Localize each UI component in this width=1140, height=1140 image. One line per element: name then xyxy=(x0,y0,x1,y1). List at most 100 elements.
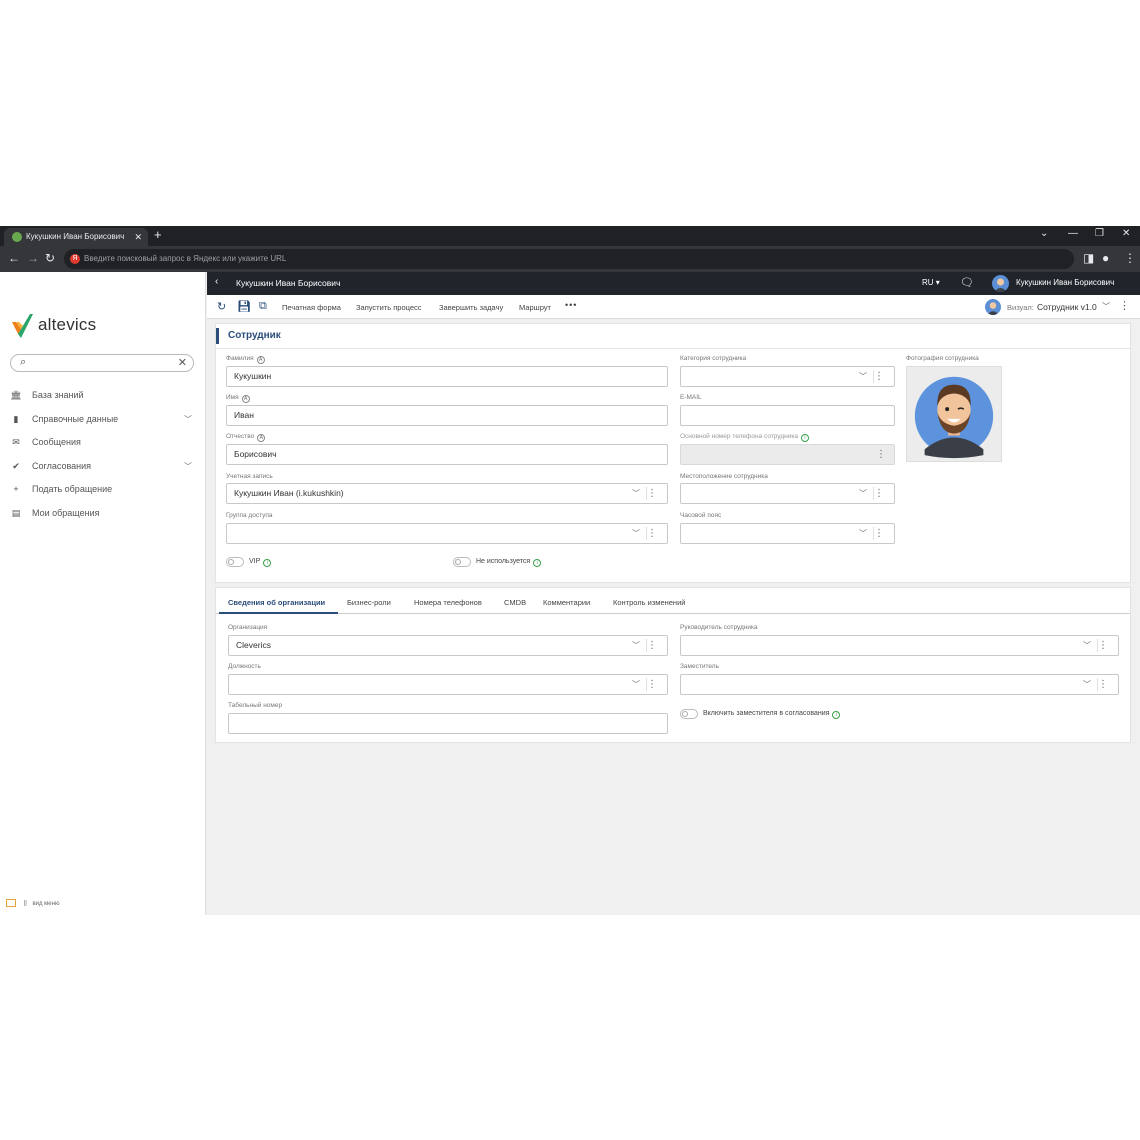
info-icon[interactable]: i xyxy=(533,559,542,567)
kebab-menu-icon[interactable]: ⋮ xyxy=(1098,675,1108,694)
restore-button[interactable]: ❐ xyxy=(1095,228,1104,239)
kebab-menu-icon[interactable]: ⋮ xyxy=(874,367,884,386)
language-selector[interactable]: RU ▾ xyxy=(922,278,940,287)
copy-icon[interactable]: ⧉ xyxy=(259,300,267,313)
app-window: Кукушкин Иван Борисович ✕ + ⌄ — ❐ ✕ ← → … xyxy=(0,226,1140,915)
deputy-approval-toggle[interactable] xyxy=(680,709,698,719)
browser-tab-title: Кукушкин Иван Борисович xyxy=(26,232,125,241)
kebab-menu-icon[interactable]: ⋮ xyxy=(874,524,884,543)
label-text: Отчество xyxy=(226,433,255,440)
info-icon[interactable]: i xyxy=(263,559,272,567)
print-form-button[interactable]: Печатная форма xyxy=(282,303,341,312)
location-select[interactable]: ﹀ ⋮ xyxy=(680,483,895,504)
user-name[interactable]: Кукушкин Иван Борисович xyxy=(1016,278,1114,287)
view-menu-separator: || xyxy=(23,900,27,907)
chat-icon[interactable]: 🗨 xyxy=(960,276,974,289)
yandex-icon: Я xyxy=(70,254,80,264)
kebab-menu-icon[interactable]: ⋮ xyxy=(1119,299,1130,312)
sidebar-search-input[interactable]: ⌕ ✕ xyxy=(10,354,194,372)
minimize-button[interactable]: — xyxy=(1068,228,1078,239)
sidebar-item-knowledge-base[interactable]: 🏛 База знаний xyxy=(10,384,196,408)
chevron-down-icon[interactable]: ﹀ xyxy=(632,524,640,543)
kebab-menu-icon[interactable]: ⋮ xyxy=(647,524,657,543)
personnel-number-field[interactable] xyxy=(228,713,668,734)
chevron-down-icon[interactable]: ﹀ xyxy=(632,484,640,503)
browser-tab[interactable]: Кукушкин Иван Борисович ✕ xyxy=(4,228,148,246)
chevron-down-icon[interactable]: ﹀ xyxy=(632,636,640,655)
account-select[interactable]: Кукушкин Иван (i.kukushkin) ﹀ ⋮ xyxy=(226,483,668,504)
sidebar-item-my-requests[interactable]: ▤ Мои обращения xyxy=(10,502,196,526)
tab-comments[interactable]: Комментарии xyxy=(543,598,590,607)
start-process-button[interactable]: Запустить процесс xyxy=(356,303,422,312)
save-icon[interactable]: 💾︎ xyxy=(237,300,251,313)
vip-toggle[interactable] xyxy=(226,557,244,567)
deputy-select[interactable]: ﹀ ⋮ xyxy=(680,674,1119,695)
avatar-illustration xyxy=(907,367,1001,461)
email-field[interactable] xyxy=(680,405,895,426)
browser-tab-bar: Кукушкин Иван Борисович ✕ + ⌄ — ❐ ✕ xyxy=(0,226,1140,246)
more-actions-button[interactable]: ••• xyxy=(565,300,577,310)
chevron-down-icon[interactable]: ﹀ xyxy=(859,484,867,503)
position-select[interactable]: ﹀ ⋮ xyxy=(228,674,668,695)
clear-search-icon[interactable]: ✕ xyxy=(178,356,187,369)
info-icon[interactable]: i xyxy=(832,711,841,719)
back-icon[interactable]: ‹ xyxy=(215,276,218,287)
chevron-down-icon[interactable]: ﹀ xyxy=(1083,675,1091,694)
not-used-toggle[interactable] xyxy=(453,557,471,567)
timezone-select[interactable]: ﹀ ⋮ xyxy=(680,523,895,544)
profile-icon[interactable]: ● xyxy=(1102,251,1109,265)
tab-search-icon[interactable]: ⌄ xyxy=(1040,228,1048,239)
close-tab-icon[interactable]: ✕ xyxy=(134,228,142,246)
check-icon: ✔ xyxy=(12,460,20,471)
route-button[interactable]: Маршрут xyxy=(519,303,551,312)
chevron-down-icon[interactable]: ﹀ xyxy=(184,408,192,431)
position-label: Должность xyxy=(228,663,261,670)
sidebar-item-approvals[interactable]: ✔ Согласования ﹀ xyxy=(10,455,196,479)
sidepanel-icon[interactable]: ◨ xyxy=(1083,251,1094,265)
forward-arrow-icon[interactable]: → xyxy=(27,251,39,265)
divider xyxy=(216,348,1130,349)
back-arrow-icon[interactable]: ← xyxy=(8,251,20,265)
browser-menu-icon[interactable]: ⋮ xyxy=(1124,251,1136,265)
kebab-menu-icon[interactable]: ⋮ xyxy=(876,445,886,464)
toolbar: ↻ 💾︎ ⧉ Печатная форма Запустить процесс … xyxy=(207,295,1140,319)
sidebar-item-submit-request[interactable]: + Подать обращение xyxy=(10,478,196,502)
employee-photo[interactable] xyxy=(906,366,1002,462)
view-menu-toggle[interactable]: || вид меню xyxy=(6,899,59,907)
chevron-down-icon[interactable]: ﹀ xyxy=(632,675,640,694)
new-tab-button[interactable]: + xyxy=(154,227,162,242)
manager-select[interactable]: ﹀ ⋮ xyxy=(680,635,1119,656)
kebab-menu-icon[interactable]: ⋮ xyxy=(647,636,657,655)
organization-select[interactable]: Cleverics ﹀ ⋮ xyxy=(228,635,668,656)
close-window-button[interactable]: ✕ xyxy=(1122,228,1130,239)
sidebar-item-reference-data[interactable]: ▮ Справочные данные ﹀ xyxy=(10,408,196,432)
chevron-down-icon[interactable]: ﹀ xyxy=(1102,301,1110,312)
tab-cmdb[interactable]: CMDB xyxy=(504,598,526,607)
first-name-field[interactable]: Иван xyxy=(226,405,668,426)
sidebar-item-messages[interactable]: ✉ Сообщения xyxy=(10,431,196,455)
avatar[interactable] xyxy=(992,275,1009,292)
tab-change-control[interactable]: Контроль изменений xyxy=(613,598,685,607)
kebab-menu-icon[interactable]: ⋮ xyxy=(647,484,657,503)
kebab-menu-icon[interactable]: ⋮ xyxy=(647,675,657,694)
chevron-down-icon[interactable]: ﹀ xyxy=(184,455,192,478)
access-group-select[interactable]: ﹀ ⋮ xyxy=(226,523,668,544)
tab-phone-numbers[interactable]: Номера телефонов xyxy=(414,598,482,607)
chevron-down-icon[interactable]: ﹀ xyxy=(859,367,867,386)
info-icon[interactable]: i xyxy=(800,434,809,442)
kebab-menu-icon[interactable]: ⋮ xyxy=(874,484,884,503)
last-name-field[interactable]: Кукушкин xyxy=(226,366,668,387)
patronymic-field[interactable]: Борисович xyxy=(226,444,668,465)
omnibox[interactable]: Я Введите поисковый запрос в Яндекс или … xyxy=(64,249,1074,269)
complete-task-button[interactable]: Завершить задачу xyxy=(439,303,503,312)
reload-icon[interactable]: ↻ xyxy=(45,251,55,265)
kebab-menu-icon[interactable]: ⋮ xyxy=(1098,636,1108,655)
refresh-icon[interactable]: ↻ xyxy=(217,300,226,313)
tab-business-roles[interactable]: Бизнес-роли xyxy=(347,598,391,607)
tab-organization-info[interactable]: Сведения об организации xyxy=(228,598,325,607)
category-select[interactable]: ﹀ ⋮ xyxy=(680,366,895,387)
not-used-label: Не используется i xyxy=(476,558,542,567)
chevron-down-icon[interactable]: ﹀ xyxy=(859,524,867,543)
visual-selector[interactable]: Сотрудник v1.0 xyxy=(1037,302,1097,312)
chevron-down-icon[interactable]: ﹀ xyxy=(1083,636,1091,655)
